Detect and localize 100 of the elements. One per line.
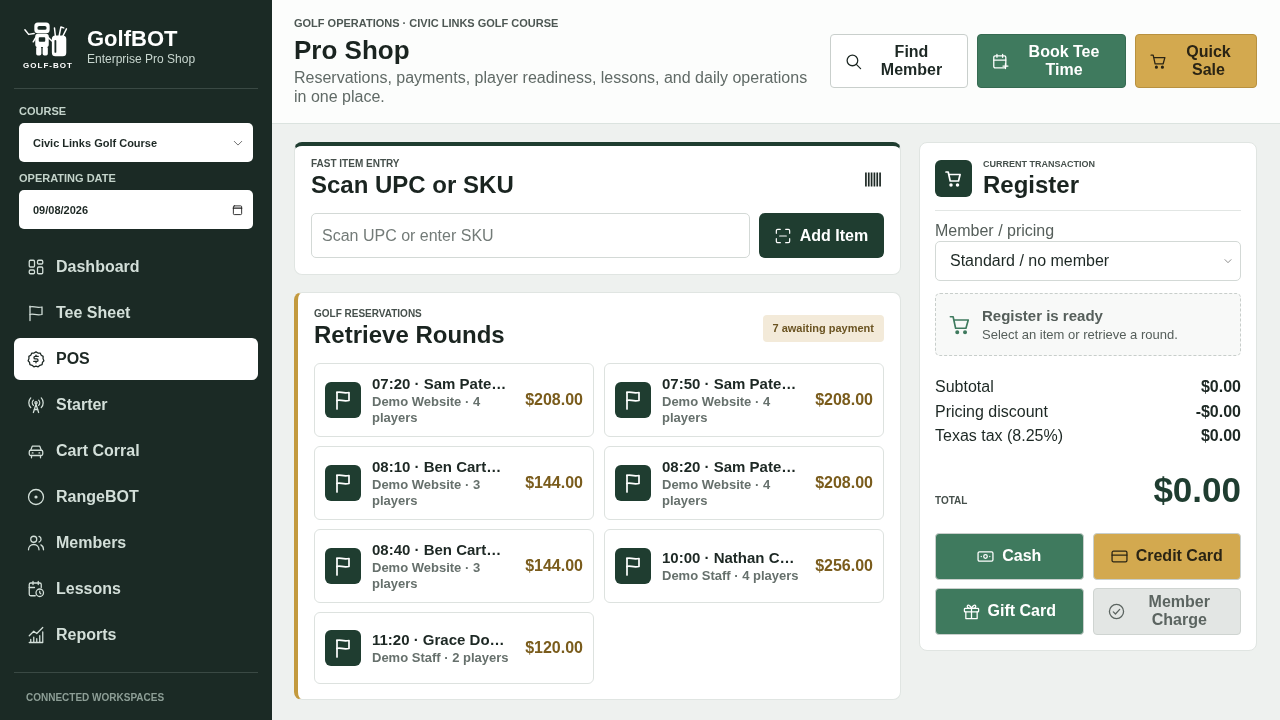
flag-icon [325,465,361,501]
round-detail: Demo Staff · 2 players [372,650,510,666]
payment-button[interactable]: Cash [935,532,1084,580]
round-detail: Demo Website · 4 players [372,394,482,426]
car-icon [27,442,45,460]
gift-icon [962,602,980,620]
round-card[interactable]: 08:10 · Ben Cart… Demo Website · 3 players $144.00 [314,446,594,520]
flag-icon [325,382,361,418]
nav-item[interactable]: Cart Corral [14,430,258,472]
line-value: $0.00 [1200,426,1241,446]
nav-item[interactable]: Members [14,522,258,564]
header-action-button[interactable]: Book Tee Time [977,34,1126,88]
card-title: Retrieve Rounds [314,321,505,349]
page-description: Reservations, payments, player readiness, lessons, and daily operations in one place. [294,68,809,106]
round-detail: Demo Staff · 4 players [662,568,800,584]
round-title: 07:50 · Sam Pate… [662,374,798,393]
round-detail: Demo Website · 4 players [662,394,772,426]
antenna-icon [27,396,45,414]
payment-button[interactable]: Gift Card [935,587,1084,635]
round-title: 10:00 · Nathan C… [662,548,796,567]
round-title: 07:20 · Sam Pate… [372,374,508,393]
status-title: Register is ready [982,306,1103,325]
date-field[interactable]: 09/08/2026 [19,190,253,229]
card-eyebrow: GOLF RESERVATIONS [314,308,422,320]
flag-icon [325,548,361,584]
line-label: Subtotal [935,377,994,397]
payment-button[interactable]: Credit Card [1092,532,1241,580]
brand-name: GolfBOT [87,25,179,52]
card-title: Register [983,171,1080,199]
target-icon [27,488,45,506]
round-amount: $208.00 [815,391,873,409]
round-card[interactable]: 07:20 · Sam Pate… Demo Website · 4 players $208.00 [314,363,594,437]
header-action-button[interactable]: Quick Sale [1135,34,1257,88]
logo-caption: GOLF-BOT [23,60,73,71]
dollar-icon [27,350,45,368]
round-detail: Demo Website · 3 players [372,477,482,509]
round-card[interactable]: 07:50 · Sam Pate… Demo Website · 4 players $208.00 [604,363,884,437]
check-circle-icon [1107,602,1125,620]
flag-icon [615,382,651,418]
line-value: $0.00 [1200,377,1241,397]
round-card[interactable]: 11:20 · Grace Do… Demo Staff · 2 players $120.00 [314,612,594,684]
card-eyebrow: FAST ITEM ENTRY [311,158,400,170]
round-title: 11:20 · Grace Do… [372,630,506,649]
bar-chart-icon [27,626,45,644]
chevron-down-icon [1224,257,1232,265]
round-card[interactable]: 10:00 · Nathan C… Demo Staff · 4 players $256.00 [604,529,884,603]
search-icon [845,52,862,70]
cart-icon [935,160,972,197]
awaiting-payment-badge: 7 awaiting payment [762,315,884,342]
calendar-icon [232,203,243,216]
pricing-select[interactable]: Standard / no member [935,241,1241,281]
cart-icon [1150,52,1167,70]
header-action-button[interactable]: Find Member [830,34,968,88]
round-card[interactable]: 08:40 · Ben Cart… Demo Website · 3 players $144.00 [314,529,594,603]
round-title: 08:10 · Ben Cart… [372,457,503,476]
nav-item[interactable]: Lessons [14,568,258,610]
pricing-label: Member / pricing [935,221,1055,240]
course-select[interactable]: Civic Links Golf Course [19,123,253,162]
grid-icon [27,258,45,276]
brand-tagline: Enterprise Pro Shop [87,51,196,67]
nav-item[interactable]: POS [14,338,258,380]
operating-date-label: OPERATING DATE [19,172,116,185]
nav-item[interactable]: Dashboard [14,246,258,288]
round-amount: $256.00 [815,557,873,575]
flag-icon [27,304,45,322]
total-amount: $0.00 [1153,469,1241,510]
cart-icon [949,313,971,336]
barcode-icon [862,171,884,188]
round-card[interactable]: 08:20 · Sam Pate… Demo Website · 4 players $208.00 [604,446,884,520]
card-eyebrow: CURRENT TRANSACTION [983,158,1095,170]
scan-input[interactable]: Scan UPC or enter SKU [311,213,750,258]
calendar-plus-icon [992,52,1009,70]
flag-icon [615,465,651,501]
nav-item[interactable]: Starter [14,384,258,426]
page-title: Pro Shop [294,35,410,65]
add-item-button[interactable]: Add Item [759,213,884,258]
card-title: Scan UPC or SKU [311,171,514,199]
round-amount: $144.00 [525,557,583,575]
line-label: Pricing discount [935,401,1048,422]
calendar-clock-icon [27,580,45,598]
line-value: -$0.00 [1195,401,1241,422]
round-amount: $144.00 [525,474,583,492]
breadcrumb: GOLF OPERATIONS · CIVIC LINKS GOLF COURSE [294,16,559,30]
status-message: Select an item or retrieve a round. [982,326,1178,343]
round-detail: Demo Website · 4 players [662,477,772,509]
total-label: TOTAL [935,494,968,507]
scan-icon [774,227,791,244]
round-title: 08:40 · Ben Cart… [372,540,503,559]
flag-icon [325,630,361,666]
nav-item[interactable]: RangeBOT [14,476,258,518]
users-icon [27,534,45,552]
round-amount: $120.00 [525,639,583,657]
round-amount: $208.00 [525,391,583,409]
nav-item[interactable]: Reports [14,614,258,656]
round-amount: $208.00 [815,474,873,492]
flag-icon [615,548,651,584]
nav-item[interactable]: Tee Sheet [14,292,258,334]
round-detail: Demo Website · 3 players [372,560,482,592]
round-title: 08:20 · Sam Pate… [662,457,798,476]
line-label: Texas tax (8.25%) [935,426,1064,446]
